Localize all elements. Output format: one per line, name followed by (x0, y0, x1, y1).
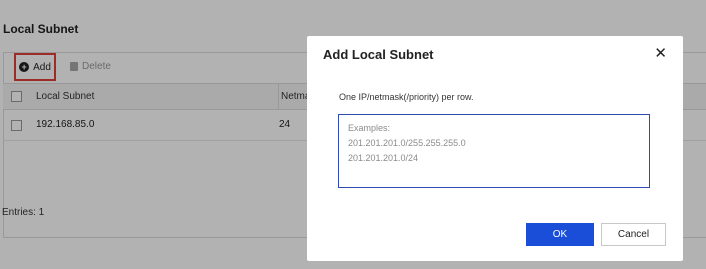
placeholder-line: 201.201.201.0/24 (348, 153, 419, 163)
close-icon[interactable]: ✕ (654, 46, 667, 61)
dialog-hint: One IP/netmask(/priority) per row. (339, 92, 474, 102)
cancel-button[interactable]: Cancel (601, 223, 666, 246)
subnet-textarea[interactable]: Examples: 201.201.201.0/255.255.255.0 20… (338, 114, 650, 188)
dialog-title: Add Local Subnet (323, 47, 434, 62)
ok-button[interactable]: OK (526, 223, 594, 246)
placeholder-line: 201.201.201.0/255.255.255.0 (348, 138, 466, 148)
placeholder-line: Examples: (348, 123, 391, 133)
add-local-subnet-dialog: Add Local Subnet ✕ One IP/netmask(/prior… (307, 36, 683, 261)
